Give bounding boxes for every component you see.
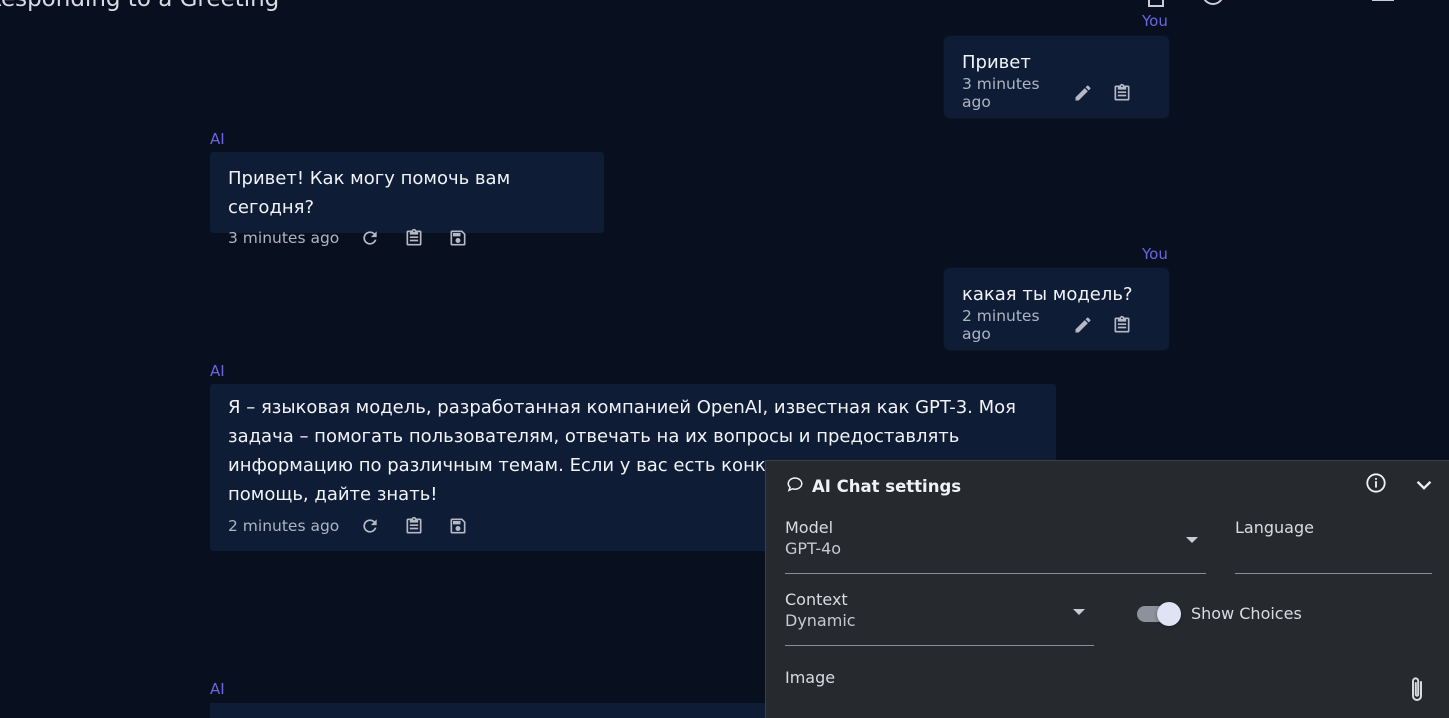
show-choices-label: Show Choices xyxy=(1191,604,1302,623)
clipboard-icon[interactable] xyxy=(1145,0,1167,8)
sender-label: AI xyxy=(210,362,225,380)
model-label: Model xyxy=(785,518,834,537)
paperclip-icon[interactable] xyxy=(1406,675,1428,705)
context-label: Context xyxy=(785,590,848,609)
edit-icon[interactable] xyxy=(1072,80,1094,106)
plus-icon[interactable] xyxy=(1259,0,1281,8)
ai-message-bubble xyxy=(210,703,765,718)
context-value: Dynamic xyxy=(785,611,856,630)
language-select[interactable]: Language xyxy=(1235,518,1432,574)
regenerate-icon[interactable] xyxy=(357,513,383,539)
chat-bubble-icon xyxy=(786,475,804,497)
list-icon[interactable] xyxy=(1315,0,1337,8)
language-label: Language xyxy=(1235,518,1314,537)
message-text: Привет! Как могу помочь вам сегодня? xyxy=(228,168,511,218)
sender-label: You xyxy=(1142,245,1168,263)
sender-label: You xyxy=(1142,12,1168,30)
chat-title: Responding to a Greeting xyxy=(0,0,279,12)
edit-icon[interactable] xyxy=(1072,312,1094,338)
image-label: Image xyxy=(785,668,836,687)
show-choices-toggle[interactable]: Show Choices xyxy=(1137,601,1302,626)
model-value: GPT-4o xyxy=(785,539,842,558)
more-icon[interactable] xyxy=(1430,0,1449,8)
message-timestamp: 2 minutes ago xyxy=(962,307,1040,343)
user-message-bubble: Привет 3 minutes ago xyxy=(944,36,1169,118)
sender-label: AI xyxy=(210,130,225,148)
user-message-bubble: какая ты модель? 2 minutes ago xyxy=(944,268,1169,350)
ai-chat-settings-panel: AI Chat settings Model GPT-4o Language C… xyxy=(765,460,1449,718)
chat-page: Responding to a Greeting You Привет 3 mi… xyxy=(0,0,1449,718)
settings-title: AI Chat settings xyxy=(812,476,962,496)
info-icon[interactable] xyxy=(1365,472,1387,494)
model-select[interactable]: Model GPT-4o xyxy=(785,518,1206,574)
message-text: какая ты модель? xyxy=(962,284,1133,305)
grid-icon[interactable] xyxy=(1371,0,1394,8)
dropdown-arrow-icon xyxy=(1073,609,1085,615)
save-icon[interactable] xyxy=(445,513,471,539)
settings-header: AI Chat settings xyxy=(786,475,961,497)
message-timestamp: 2 minutes ago xyxy=(228,517,340,535)
context-select[interactable]: Context Dynamic xyxy=(785,590,1094,646)
history-icon[interactable] xyxy=(1201,0,1223,8)
copy-icon[interactable] xyxy=(401,513,427,539)
message-text: Привет xyxy=(962,52,1031,73)
dropdown-arrow-icon xyxy=(1186,537,1198,543)
copy-icon[interactable] xyxy=(1112,80,1134,106)
chevron-down-icon[interactable] xyxy=(1413,474,1435,496)
sender-label: AI xyxy=(210,680,225,698)
copy-icon[interactable] xyxy=(1112,312,1134,338)
message-timestamp: 3 minutes ago xyxy=(962,75,1040,111)
save-icon[interactable] xyxy=(445,225,471,251)
toggle-knob[interactable] xyxy=(1157,601,1181,626)
toggle-track[interactable] xyxy=(1137,601,1181,626)
ai-message-bubble: Привет! Как могу помочь вам сегодня? 3 m… xyxy=(210,152,604,247)
message-timestamp: 3 minutes ago xyxy=(228,229,340,247)
copy-icon[interactable] xyxy=(401,225,427,251)
regenerate-icon[interactable] xyxy=(357,225,383,251)
